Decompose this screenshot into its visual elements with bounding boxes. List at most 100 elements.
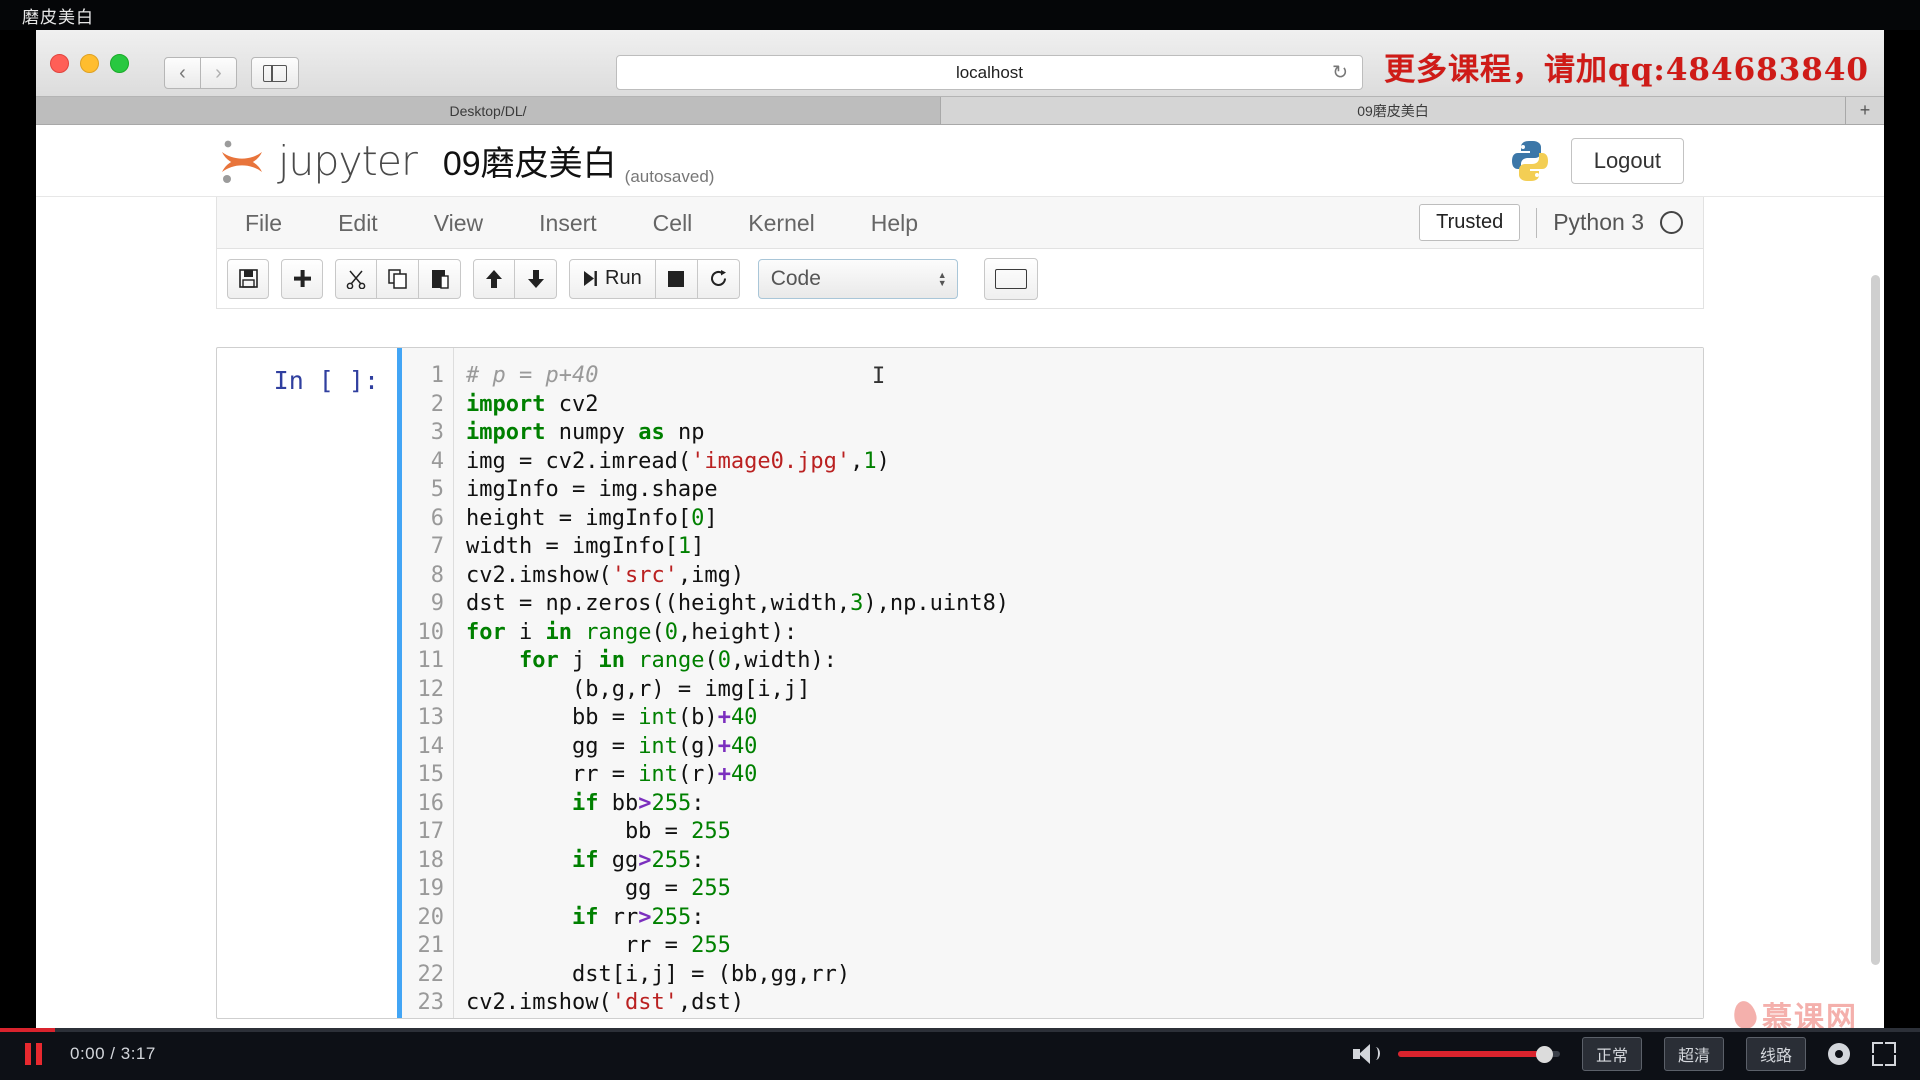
python-logo-icon — [1507, 138, 1553, 184]
tab-notebook[interactable]: 09磨皮美白 — [941, 97, 1846, 124]
cell-input-area[interactable]: 1 2 3 4 5 6 7 8 9 10 11 12 13 14 15 16 1… — [397, 348, 1703, 1018]
line-number: 19 — [417, 876, 445, 901]
cell-type-select[interactable]: Code ▲ ▼ — [757, 258, 958, 299]
reload-icon[interactable]: ↻ — [1332, 61, 1348, 84]
text-cursor-icon: I — [872, 364, 885, 390]
code-line: rr = int(r)+40 — [466, 762, 758, 787]
paste-icon — [431, 269, 449, 289]
copy-button[interactable] — [377, 258, 419, 299]
tab-strip: Desktop/DL/ 09磨皮美白 + — [36, 97, 1884, 125]
move-cell-down-button[interactable] — [515, 258, 557, 299]
menu-help[interactable]: Help — [843, 197, 946, 249]
cut-button[interactable] — [335, 258, 377, 299]
run-label: Run — [605, 267, 642, 289]
line-number: 1 — [430, 363, 444, 388]
code-line: if gg>255: — [571, 847, 705, 873]
menu-cell[interactable]: Cell — [625, 197, 721, 249]
menu-edit[interactable]: Edit — [310, 197, 406, 249]
keyboard-icon — [994, 268, 1027, 289]
chevron-updown-icon: ▲ ▼ — [937, 269, 947, 288]
move-cell-up-button[interactable] — [473, 258, 515, 299]
close-window-button[interactable] — [50, 54, 69, 73]
address-bar[interactable]: localhost ↻ — [616, 55, 1363, 90]
sidebar-toggle-button[interactable] — [251, 57, 299, 89]
line-number-gutter: 1 2 3 4 5 6 7 8 9 10 11 12 13 14 15 16 1… — [402, 348, 454, 1018]
code-line: img = cv2.imread('image0.jpg',1) — [466, 448, 890, 474]
quality-normal-button[interactable]: 正常 — [1581, 1037, 1642, 1071]
line-number: 6 — [430, 505, 444, 531]
back-button[interactable]: ‹ — [164, 57, 201, 89]
code-line: if rr>255: — [571, 904, 705, 930]
logout-button[interactable]: Logout — [1570, 137, 1684, 184]
save-group — [227, 258, 269, 299]
code-line: imgInfo = img.shape — [466, 477, 718, 502]
line-number: 10 — [417, 619, 445, 645]
promo-watermark: 更多课程，请加qq:484683840 — [1384, 52, 1869, 88]
code-line: cv2.imshow('dst',dst) — [466, 990, 745, 1015]
line-number: 20 — [417, 904, 445, 930]
code-line: import cv2 — [466, 391, 599, 417]
run-group: Run — [569, 258, 740, 299]
menu-insert[interactable]: Insert — [511, 197, 625, 249]
arrow-down-icon — [527, 269, 544, 288]
page-scrollbar[interactable] — [1871, 275, 1880, 965]
tab-desktop-dl[interactable]: Desktop/DL/ — [36, 97, 941, 124]
menu-view[interactable]: View — [406, 197, 511, 249]
quality-hd-button[interactable]: 超清 — [1663, 1037, 1724, 1071]
video-player-controls: 0:00 / 3:17 正常 超清 线路 — [0, 1028, 1920, 1080]
save-button[interactable] — [227, 258, 269, 299]
line-number: 14 — [417, 733, 445, 759]
code-line: height = imgInfo[0] — [466, 505, 718, 531]
copy-icon — [387, 268, 407, 289]
command-palette-button[interactable] — [983, 257, 1038, 300]
navigation-buttons[interactable]: ‹ › — [164, 57, 237, 89]
save-icon — [238, 269, 258, 288]
fullscreen-icon[interactable] — [1872, 1042, 1896, 1066]
window-controls[interactable] — [50, 54, 129, 73]
menubar-right: Trusted Python 3 — [1419, 204, 1703, 241]
menu-kernel[interactable]: Kernel — [720, 197, 842, 249]
code-line: width = imgInfo[1] — [466, 534, 705, 559]
kernel-idle-icon — [1660, 211, 1683, 234]
line-number: 7 — [430, 534, 444, 559]
scissors-icon — [346, 270, 366, 289]
volume-slider[interactable] — [1397, 1044, 1560, 1064]
new-tab-button[interactable]: + — [1846, 97, 1884, 124]
code-line: if bb>255: — [571, 790, 705, 816]
code-line: for j in range(0,width): — [518, 648, 837, 673]
restart-kernel-button[interactable] — [697, 258, 740, 299]
line-number: 17 — [417, 819, 445, 844]
maximize-window-button[interactable] — [110, 54, 129, 73]
menu-file[interactable]: File — [217, 197, 310, 249]
video-page-title: 磨皮美白 — [0, 0, 1920, 30]
jupyter-brand[interactable]: jupyter — [278, 137, 418, 185]
insert-cell-button[interactable] — [281, 258, 323, 299]
restart-icon — [710, 270, 726, 286]
video-title-text: 磨皮美白 — [22, 7, 94, 27]
minimize-window-button[interactable] — [80, 54, 99, 73]
code-line: (b,g,r) = img[i,j] — [466, 676, 811, 702]
move-group — [473, 258, 557, 299]
volume-icon[interactable] — [1352, 1042, 1380, 1066]
line-select-button[interactable]: 线路 — [1745, 1037, 1806, 1071]
notebook-title[interactable]: 09磨皮美白 — [443, 136, 617, 185]
save-status: (autosaved) — [624, 167, 715, 186]
interrupt-kernel-button[interactable] — [655, 258, 698, 299]
video-progress-bar[interactable] — [0, 1028, 1920, 1032]
code-line: dst[i,j] = (bb,gg,rr) — [466, 961, 851, 987]
code-cell[interactable]: In [ ]: 1 2 3 4 5 6 7 8 9 10 11 12 13 14… — [216, 347, 1704, 1019]
forward-button[interactable]: › — [201, 57, 237, 89]
paste-button[interactable] — [419, 258, 461, 299]
settings-gear-icon[interactable] — [1828, 1043, 1850, 1065]
browser-chrome: ‹ › localhost ↻ 更多课程，请加qq:484683840 — [36, 30, 1884, 97]
trusted-badge[interactable]: Trusted — [1419, 204, 1521, 241]
code-line: dst = np.zeros((height,width,3),np.uint8… — [466, 591, 1010, 616]
code-editor[interactable]: # p = p+40 import cv2 import numpy as np im… — [454, 348, 1703, 1018]
insert-group — [281, 258, 323, 299]
pause-button[interactable] — [14, 1043, 52, 1065]
run-button[interactable]: Run — [569, 258, 656, 299]
player-right-controls: 正常 超清 线路 — [1352, 1037, 1896, 1071]
jupyter-logo-icon — [216, 135, 268, 187]
line-number: 4 — [430, 448, 444, 474]
code-line: rr = 255 — [466, 933, 731, 958]
